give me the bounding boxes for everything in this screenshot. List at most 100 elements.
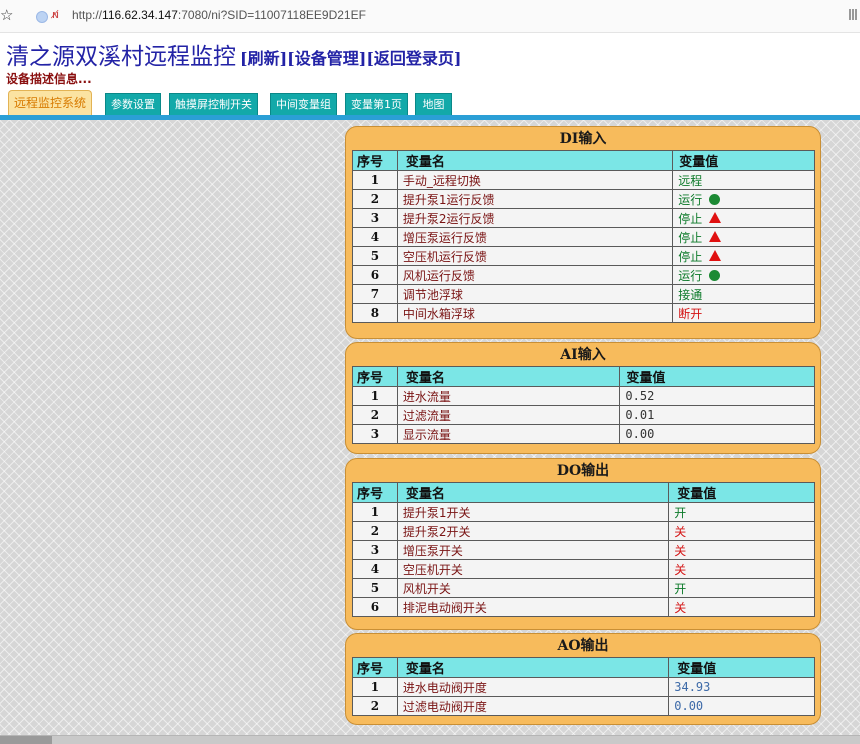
bookmark-star-icon[interactable]: ☆ xyxy=(0,6,13,24)
table-row: 6 排泥电动阀开关关 xyxy=(352,597,815,617)
variable-value: 0.52 xyxy=(619,386,815,406)
variable-value: 0.00 xyxy=(668,696,815,716)
column-header-name: 变量名 xyxy=(396,150,674,171)
variable-name: 空压机开关 xyxy=(396,559,670,579)
page-title: 清之源双溪村远程监控 xyxy=(6,44,236,70)
row-index: 5 xyxy=(352,578,398,598)
table-row: 1 手动_远程切换 远程 xyxy=(352,170,815,190)
stopped-alarm-icon xyxy=(709,211,722,223)
table-row: 7 调节池浮球 接通 xyxy=(352,284,815,304)
row-index: 1 xyxy=(352,170,398,190)
table-header-row: 序号 变量名 变量值 xyxy=(352,366,815,387)
variable-value: 接通 xyxy=(672,284,815,304)
variable-value: 运行 xyxy=(672,189,815,209)
variable-value: 0.01 xyxy=(619,405,815,425)
row-index: 2 xyxy=(352,521,398,541)
column-header-index: 序号 xyxy=(352,366,398,387)
table-row: 1 进水流量 0.52 xyxy=(352,386,815,406)
stopped-alarm-icon xyxy=(709,249,722,261)
row-index: 2 xyxy=(352,189,398,209)
ai-input-panel: AI输入 序号 变量名 变量值 1 进水流量 0.52 2 过滤流量 0.01 3 显示流… xyxy=(345,342,821,454)
table-row: 2 提升泵2开关关 xyxy=(352,521,815,541)
row-index: 3 xyxy=(352,424,398,444)
url-text[interactable]: http://116.62.34.147:7080/ni?SID=1100711… xyxy=(72,8,366,22)
row-index: 2 xyxy=(352,405,398,425)
table-row: 4 增压泵运行反馈 停止 xyxy=(352,227,815,247)
column-header-index: 序号 xyxy=(352,657,398,678)
variable-name: 风机运行反馈 xyxy=(396,265,674,285)
variable-name: 增压泵开关 xyxy=(396,540,670,560)
variable-value: 关 xyxy=(668,540,815,560)
refresh-link[interactable]: [刷新] xyxy=(240,49,287,68)
ai-panel-title: AI输入 xyxy=(560,347,606,363)
column-header-name: 变量名 xyxy=(396,366,621,387)
variable-value: 远程 xyxy=(672,170,815,190)
variable-name: 提升泵1运行反馈 xyxy=(396,189,674,209)
variable-value: 停止 xyxy=(672,208,815,228)
variable-value: 关 xyxy=(668,597,815,617)
ao-panel-title: AO输出 xyxy=(557,638,609,654)
variable-name: 提升泵1开关 xyxy=(396,502,670,522)
column-header-name: 变量名 xyxy=(396,657,670,678)
ao-table: 序号 变量名 变量值 1 进水电动阀开度 34.93 2 过滤电动阀开度 0.00 xyxy=(352,657,815,716)
variable-value: 关 xyxy=(668,559,815,579)
variable-value: 断开 xyxy=(672,303,815,323)
tab-intermediate-variables[interactable]: 中间变量组 xyxy=(270,93,337,116)
tab-map[interactable]: 地图 xyxy=(415,93,452,116)
back-to-login-link[interactable]: [返回登录页] xyxy=(366,49,461,68)
variable-value: 停止 xyxy=(672,227,815,247)
variable-value: 0.00 xyxy=(619,424,815,444)
device-description: 设备描述信息... xyxy=(6,72,92,86)
row-index: 2 xyxy=(352,696,398,716)
variable-value: 关 xyxy=(668,521,815,541)
running-status-icon xyxy=(709,269,721,281)
tab-remote-monitoring[interactable]: 远程监控系统 xyxy=(8,90,93,116)
table-header-row: 序号 变量名 变量值 xyxy=(352,482,815,503)
table-row: 3 显示流量 0.00 xyxy=(352,424,815,444)
apps-icon[interactable] xyxy=(849,9,858,20)
column-header-index: 序号 xyxy=(352,150,398,171)
variable-value: 停止 xyxy=(672,246,815,266)
running-status-icon xyxy=(709,193,721,205)
row-index: 3 xyxy=(352,208,398,228)
page-header: 清之源双溪村远程监控 [刷新][设备管理][返回登录页] xyxy=(6,37,461,71)
table-row: 5 空压机运行反馈 停止 xyxy=(352,246,815,266)
row-index: 4 xyxy=(352,227,398,247)
ai-table: 序号 变量名 变量值 1 进水流量 0.52 2 过滤流量 0.01 3 显示流量 0.00 xyxy=(352,366,815,444)
device-management-link[interactable]: [设备管理] xyxy=(287,49,366,68)
tab-variables-page-1[interactable]: 变量第1页 xyxy=(345,93,408,116)
stopped-alarm-icon xyxy=(709,230,722,242)
variable-name: 调节池浮球 xyxy=(396,284,674,304)
row-index: 4 xyxy=(352,559,398,579)
variable-name: 空压机运行反馈 xyxy=(396,246,674,266)
row-index: 1 xyxy=(352,502,398,522)
table-row: 1 进水电动阀开度 34.93 xyxy=(352,677,815,697)
ao-output-panel: AO输出 序号 变量名 变量值 1 进水电动阀开度 34.93 2 过滤电动阀开度 0.… xyxy=(345,633,821,725)
variable-name: 增压泵运行反馈 xyxy=(396,227,674,247)
column-header-value: 变量值 xyxy=(619,366,815,387)
variable-name: 排泥电动阀开关 xyxy=(396,597,670,617)
do-table: 序号 变量名 变量值 1 提升泵1开关开 2 提升泵2开关关 3 增压泵开关关 4 空压… xyxy=(352,482,815,617)
row-index: 6 xyxy=(352,265,398,285)
table-row: 2 过滤电动阀开度 0.00 xyxy=(352,696,815,716)
table-row: 3 增压泵开关关 xyxy=(352,540,815,560)
not-secure-icon: ɴ̸ xyxy=(52,8,59,21)
tab-parameter-settings[interactable]: 参数设置 xyxy=(105,93,161,116)
tab-touchscreen-switches[interactable]: 触摸屏控制开关 xyxy=(169,93,258,116)
row-index: 1 xyxy=(352,677,398,697)
row-index: 6 xyxy=(352,597,398,617)
variable-name: 提升泵2运行反馈 xyxy=(396,208,674,228)
row-index: 8 xyxy=(352,303,398,323)
browser-address-bar[interactable]: ☆ ɴ̸ http://116.62.34.147:7080/ni?SID=11… xyxy=(0,0,860,33)
variable-name: 显示流量 xyxy=(396,424,621,444)
variable-value: 开 xyxy=(668,502,815,522)
table-row: 2 过滤流量 0.01 xyxy=(352,405,815,425)
row-index: 3 xyxy=(352,540,398,560)
column-header-value: 变量值 xyxy=(668,482,815,503)
column-header-index: 序号 xyxy=(352,482,398,503)
site-info-icon[interactable] xyxy=(36,11,48,23)
di-input-panel: DI输入 序号 变量名 变量值 1 手动_远程切换 远程 2 提升泵1运行反馈 运行 3… xyxy=(345,126,821,339)
variable-name: 过滤流量 xyxy=(396,405,621,425)
variable-value: 运行 xyxy=(672,265,815,285)
variable-name: 进水电动阀开度 xyxy=(396,677,670,697)
